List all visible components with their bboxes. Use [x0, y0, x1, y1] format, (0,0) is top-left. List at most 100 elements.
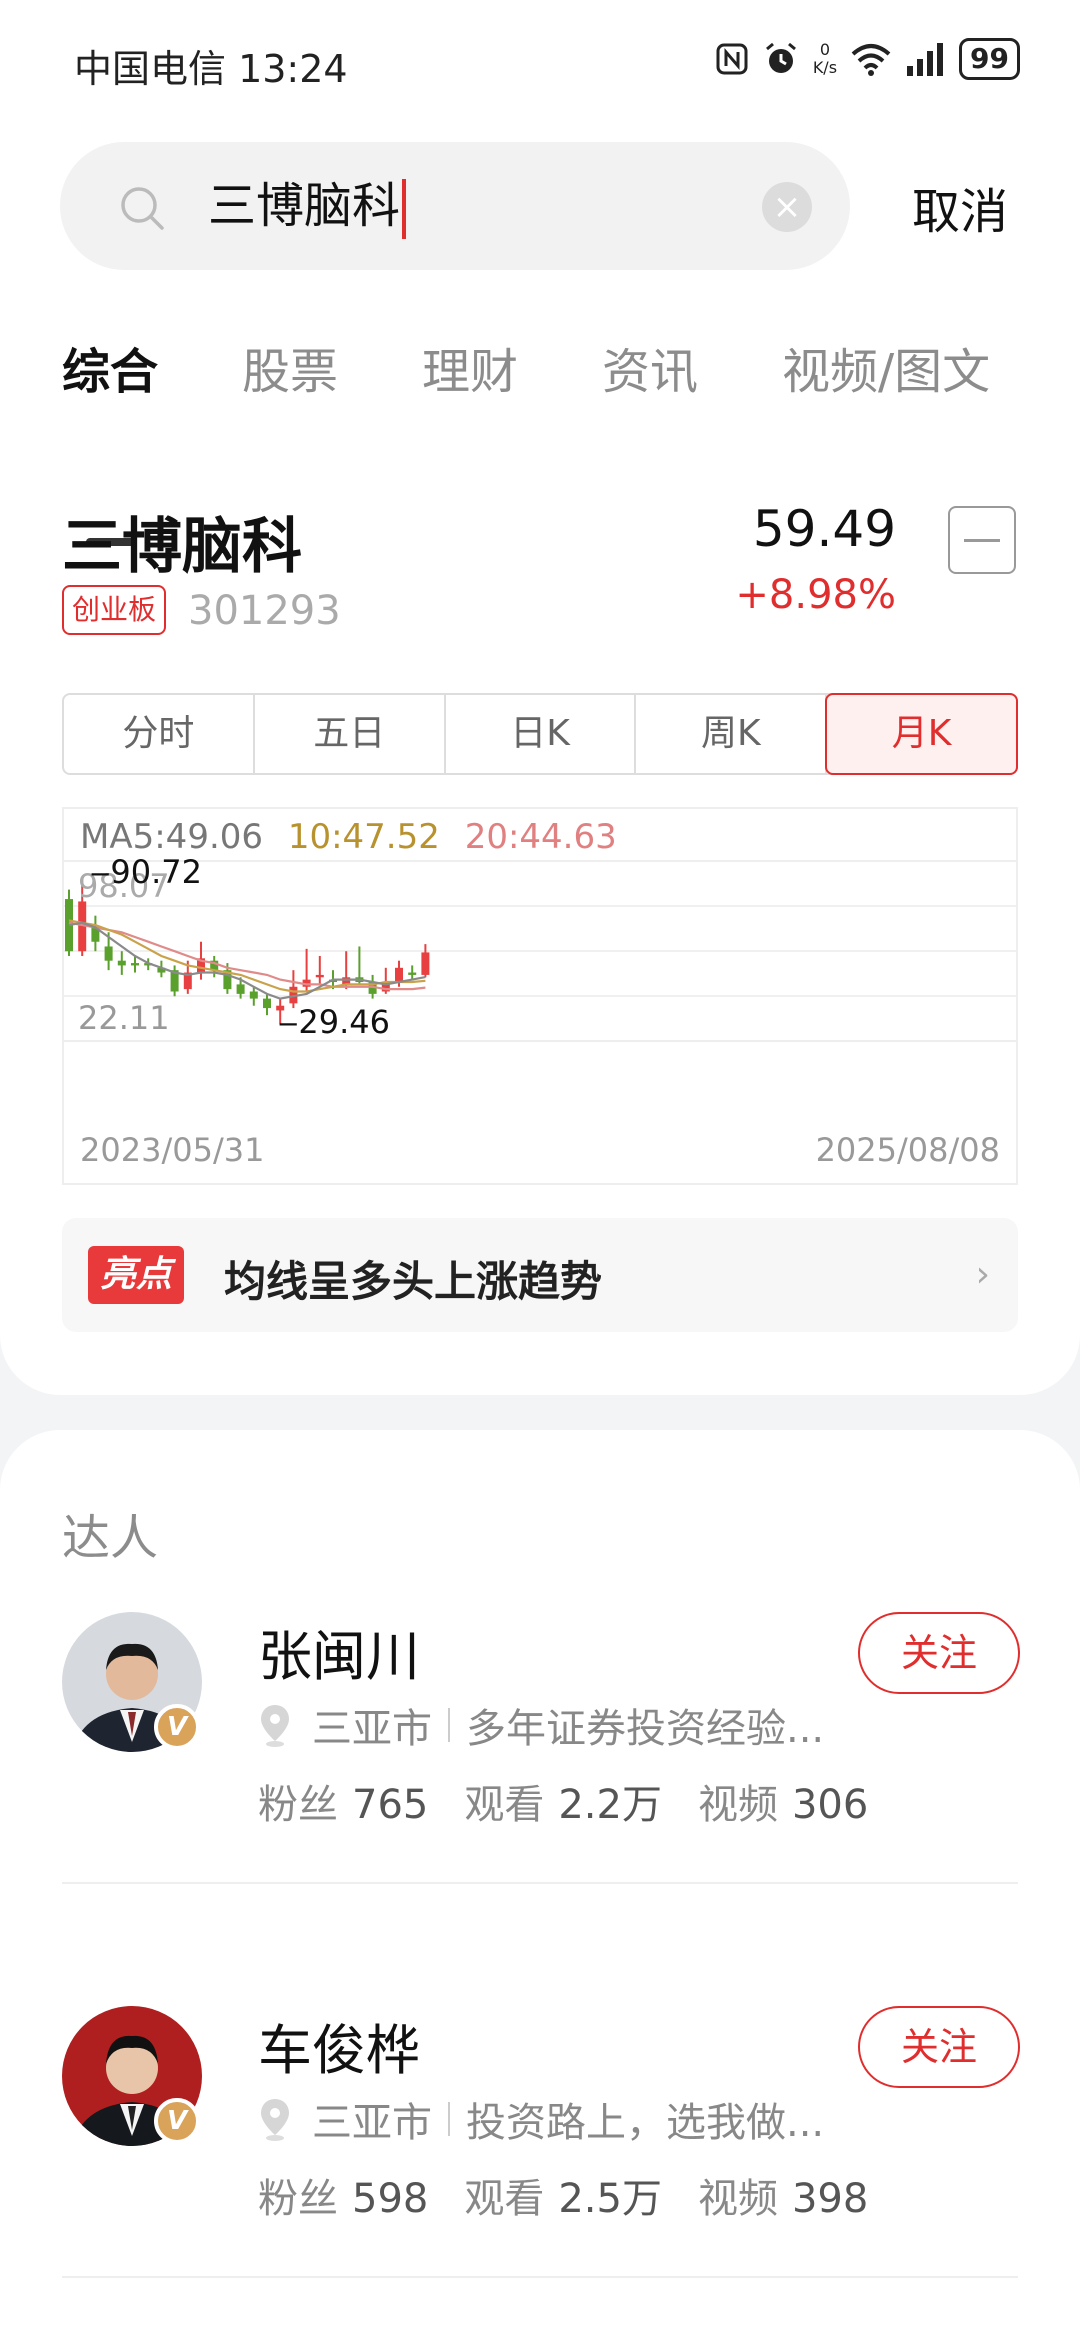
chevron-right-icon: › [975, 1254, 990, 1295]
expert-item[interactable]: V 车俊桦 三亚市 投资路上，选我做... 粉丝 598 观看 2.5万 视频 398 关… [0, 2006, 1080, 2286]
expert-name: 张闽川 [258, 1625, 420, 1688]
nfc-icon [716, 43, 748, 75]
expert-city: 三亚市 [312, 1706, 432, 1752]
text-caret [402, 179, 407, 239]
videos-label: 视频 [697, 2176, 778, 2222]
period-tab-monthly[interactable]: 月K [825, 693, 1018, 775]
candle-down [104, 946, 113, 961]
meta-divider [448, 2102, 450, 2136]
remove-watchlist-button[interactable] [948, 506, 1016, 574]
location-pin-icon [261, 2099, 289, 2141]
experts-section-title: 达人 [62, 1510, 159, 1566]
candle-up [421, 952, 430, 975]
expert-stats: 粉丝 765 观看 2.2万 视频 306 [258, 1772, 904, 1830]
expert-bio: 投资路上，选我做... [466, 2100, 825, 2146]
period-tab-daily[interactable]: 日K [446, 695, 637, 773]
fans-label: 粉丝 [258, 2176, 338, 2222]
expert-city: 三亚市 [312, 2100, 432, 2146]
divider [62, 1882, 1018, 1884]
candle-up [395, 967, 403, 983]
verified-badge: V [154, 1704, 200, 1750]
cancel-button[interactable]: 取消 [912, 172, 1008, 242]
net-speed: 0 K/s [813, 41, 837, 77]
ma5-label: MA5:49.06 [80, 817, 264, 857]
minus-icon [964, 539, 1000, 542]
search-icon [121, 187, 164, 230]
views-label: 观看 [464, 2176, 545, 2222]
net-speed-unit: K/s [812, 58, 838, 77]
verified-badge: V [154, 2098, 200, 2144]
search-input[interactable]: 三博脑科 [208, 174, 407, 239]
tab-video[interactable]: 视频/图文 [782, 332, 990, 402]
period-tab-5day[interactable]: 五日 [255, 695, 446, 773]
fans-count: 765 [352, 1782, 429, 1828]
tab-stocks[interactable]: 股票 [242, 332, 338, 402]
expert-meta: 三亚市 多年证券投资经验... [258, 1696, 824, 1754]
stock-name[interactable]: 三博脑科 [62, 498, 302, 585]
candle-up [315, 974, 324, 978]
status-icons: 0 K/s 99 [715, 38, 1020, 80]
ma10-label: 10:47.52 [287, 817, 440, 857]
highlight-text: 均线呈多头上涨趋势 [224, 1257, 603, 1306]
views-label: 观看 [464, 1782, 545, 1828]
candle-down [236, 984, 245, 994]
candle-down [117, 960, 126, 966]
low-marker-label: ‒29.46 [278, 1003, 390, 1041]
axis-bottom-label: 22.11 [78, 999, 170, 1037]
ma20-label: 20:44.63 [464, 817, 617, 857]
expert-name: 车俊桦 [258, 2019, 420, 2082]
tab-news[interactable]: 资讯 [602, 332, 698, 402]
expert-bio: 多年证券投资经验... [466, 1706, 825, 1752]
net-speed-value: 0 [819, 40, 831, 59]
highlight-banner[interactable]: 亮点 均线呈多头上涨趋势 › [62, 1218, 1018, 1332]
expert-item[interactable]: V 张闽川 三亚市 多年证券投资经验... 粉丝 765 观看 2.2万 视频 306 关… [0, 1612, 1080, 1892]
expert-meta: 三亚市 投资路上，选我做... [258, 2090, 824, 2148]
follow-button[interactable]: 关注 [858, 1612, 1020, 1694]
candle-down [131, 963, 139, 966]
highlight-badge: 亮点 [88, 1246, 185, 1304]
period-tab-intraday[interactable]: 分时 [64, 695, 255, 773]
experts-card: 达人 V 张闽川 三亚市 多年证券投资经验... 粉丝 765 观看 2.2万 视频 30… [0, 1430, 1080, 2340]
status-bar: 中国电信 13:24 0 K/s 99 [0, 0, 1080, 120]
stock-result-card: 三博脑科 × 取消 综合 股票 理财 资讯 视频/图文 三博脑科 创业板 301… [0, 120, 1080, 1395]
videos-count: 306 [791, 1782, 869, 1828]
views-count: 2.2万 [558, 1782, 662, 1828]
alarm-icon [765, 42, 796, 73]
signal-icon [907, 43, 944, 76]
tab-comprehensive[interactable]: 综合 [62, 332, 158, 402]
period-tab-weekly[interactable]: 周K [636, 695, 828, 773]
fans-label: 粉丝 [258, 1782, 338, 1828]
board-badge: 创业板 [62, 585, 167, 635]
views-count: 2.5万 [558, 2176, 662, 2222]
date-end-label: 2025/08/08 [815, 1131, 1000, 1169]
candle-down [249, 991, 258, 999]
carrier-time: 中国电信 13:24 [74, 47, 348, 91]
battery-indicator: 99 [959, 38, 1020, 80]
date-start-label: 2023/05/31 [80, 1131, 265, 1169]
meta-divider [448, 1708, 450, 1742]
candle-down [263, 998, 271, 1009]
high-marker-label: ‒90.72 [90, 853, 202, 891]
stock-code: 301293 [188, 588, 341, 634]
kline-chart[interactable]: MA5:49.06 10:47.52 20:44.63 98.07 ‒90.72… [62, 807, 1018, 1185]
expert-stats: 粉丝 598 观看 2.5万 视频 398 [258, 2166, 904, 2224]
wifi-icon [851, 44, 891, 76]
low-marker-value: 29.46 [298, 1003, 390, 1041]
location-pin-icon [261, 1705, 289, 1747]
videos-label: 视频 [697, 1782, 778, 1828]
videos-count: 398 [791, 2176, 869, 2222]
search-box[interactable]: 三博脑科 × [60, 142, 850, 270]
stock-price: 59.49 [752, 500, 896, 558]
high-marker-value: 90.72 [110, 853, 202, 891]
follow-button[interactable]: 关注 [858, 2006, 1020, 2088]
stock-change: +8.98% [735, 572, 896, 618]
clear-search-icon[interactable]: × [762, 182, 812, 232]
divider [62, 2276, 1018, 2278]
search-query: 三博脑科 [208, 178, 401, 234]
fans-count: 598 [352, 2176, 429, 2222]
kline-chart-svg [64, 860, 1016, 1042]
candle-down [408, 972, 417, 975]
chart-period-tabs: 分时 五日 日K 周K 月K [62, 693, 1018, 775]
search-category-tabs: 综合 股票 理财 资讯 视频/图文 [62, 332, 1022, 422]
tab-wealth[interactable]: 理财 [422, 332, 518, 402]
